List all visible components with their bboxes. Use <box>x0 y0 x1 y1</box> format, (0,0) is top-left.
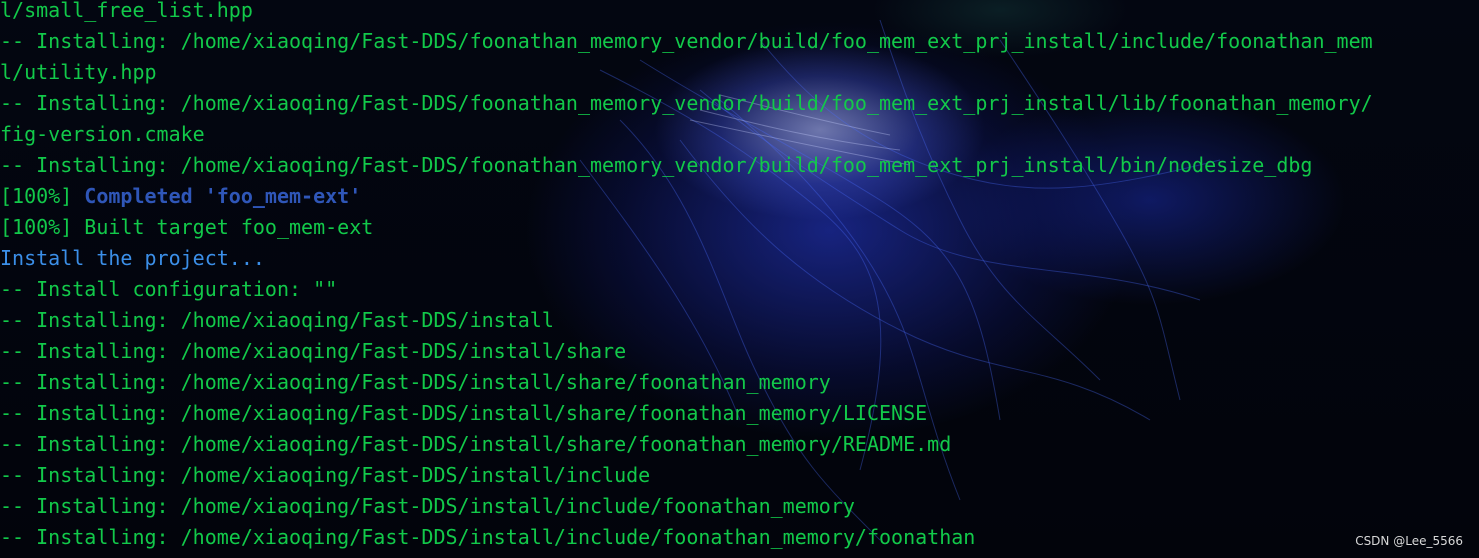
output-line: -- Installing: /home/xiaoqing/Fast-DDS/f… <box>0 91 1373 115</box>
output-line: l/utility.hpp <box>0 60 157 84</box>
completed-target: Completed 'foo_mem-ext' <box>84 184 362 208</box>
output-line: -- Installing: /home/xiaoqing/Fast-DDS/i… <box>0 525 976 549</box>
completed-line: [100%] Completed 'foo_mem-ext' <box>0 181 1479 212</box>
install-project-line: Install the project... <box>0 246 265 270</box>
output-line: -- Installing: /home/xiaoqing/Fast-DDS/i… <box>0 308 554 332</box>
output-line: -- Installing: /home/xiaoqing/Fast-DDS/i… <box>0 432 952 456</box>
output-line: -- Installing: /home/xiaoqing/Fast-DDS/f… <box>0 29 1373 53</box>
output-line: fig-version.cmake <box>0 122 205 146</box>
output-line: -- Installing: /home/xiaoqing/Fast-DDS/i… <box>0 339 627 363</box>
terminal-output: l/small_free_list.hpp -- Installing: /ho… <box>0 0 1479 553</box>
terminal-window[interactable]: l/small_free_list.hpp -- Installing: /ho… <box>0 0 1479 558</box>
output-line: l/small_free_list.hpp <box>0 0 253 22</box>
output-line: -- Installing: /home/xiaoqing/Fast-DDS/f… <box>0 153 1313 177</box>
output-line: -- Installing: /home/xiaoqing/Fast-DDS/i… <box>0 370 831 394</box>
watermark: CSDN @Lee_5566 <box>1355 534 1463 548</box>
output-line: -- Install configuration: "" <box>0 277 338 301</box>
output-line: -- Installing: /home/xiaoqing/Fast-DDS/i… <box>0 463 651 487</box>
output-line: -- Installing: /home/xiaoqing/Fast-DDS/i… <box>0 401 928 425</box>
built-target-line: [100%] Built target foo_mem-ext <box>0 215 374 239</box>
completed-prefix: [100%] <box>0 184 85 208</box>
output-line: -- Installing: /home/xiaoqing/Fast-DDS/i… <box>0 494 855 518</box>
